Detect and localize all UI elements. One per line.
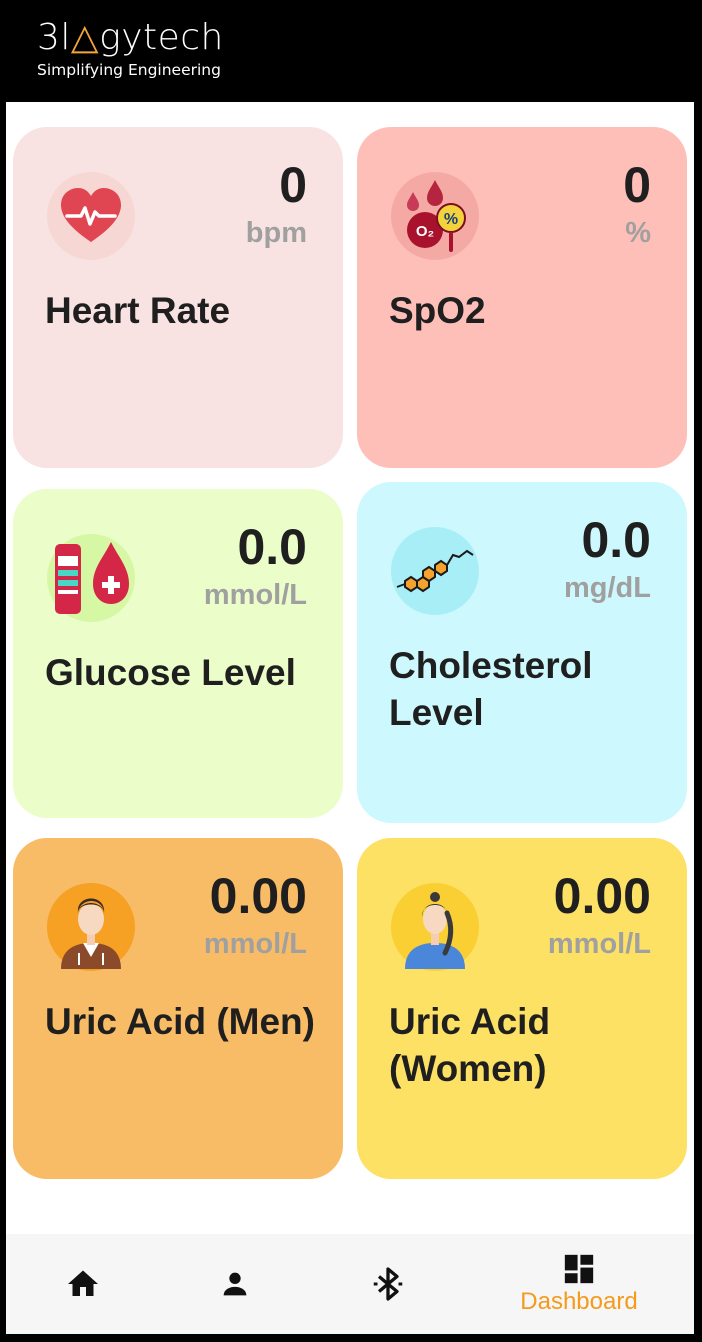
bluetooth-icon — [373, 1267, 403, 1301]
svg-text:O₂: O₂ — [416, 223, 434, 240]
uric-acid-men-value: 0.00 — [209, 868, 307, 924]
heart-rate-unit: bpm — [245, 217, 307, 249]
glucose-unit: mmol/L — [203, 579, 307, 611]
nav-home[interactable] — [38, 1234, 128, 1334]
cholesterol-card[interactable]: 0.0 mg/dL Cholesterol Level — [357, 482, 687, 823]
nav-dashboard[interactable]: Dashboard — [505, 1234, 653, 1334]
svg-text:%: % — [444, 211, 458, 228]
glucose-icon — [47, 534, 135, 622]
cholesterol-unit: mg/dL — [564, 572, 651, 604]
glucose-card[interactable]: 0.0 mmol/L Glucose Level — [13, 489, 343, 818]
spo2-icon: O₂ % — [391, 172, 479, 260]
nav-bluetooth[interactable] — [343, 1234, 433, 1334]
screen-bottom-border — [0, 1334, 702, 1342]
uric-acid-women-title: Uric Acid (Women) — [389, 1001, 551, 1089]
dashboard-grid: 0 bpm Heart Rate O₂ % 0 % SpO2 0.0 mmol/… — [6, 102, 694, 1234]
man-avatar-icon — [47, 883, 135, 971]
cholesterol-title: Cholesterol Level — [389, 645, 593, 733]
logo-tagline: Simplifying Engineering — [37, 61, 221, 79]
spo2-value: 0 — [623, 157, 651, 213]
uric-acid-women-unit: mmol/L — [547, 928, 651, 960]
heart-rate-icon — [47, 172, 135, 260]
nav-profile[interactable] — [190, 1234, 280, 1334]
dashboard-icon — [564, 1254, 594, 1284]
cholesterol-value: 0.0 — [581, 512, 651, 568]
logo-wordmark: 3l△gytech — [37, 17, 224, 58]
glucose-title: Glucose Level — [45, 652, 296, 693]
person-icon — [223, 1272, 247, 1296]
bottom-nav: Dashboard — [6, 1234, 694, 1334]
uric-acid-men-unit: mmol/L — [203, 928, 307, 960]
spo2-title: SpO2 — [389, 290, 486, 331]
nav-dashboard-label: Dashboard — [520, 1288, 638, 1315]
app-header: 3l△gytech Simplifying Engineering — [0, 0, 702, 102]
heart-rate-value: 0 — [279, 157, 307, 213]
uric-acid-women-value: 0.00 — [553, 868, 651, 924]
uric-acid-women-card[interactable]: 0.00 mmol/L Uric Acid (Women) — [357, 838, 687, 1179]
heart-rate-card[interactable]: 0 bpm Heart Rate — [13, 127, 343, 468]
heart-rate-title: Heart Rate — [45, 290, 231, 331]
cholesterol-icon — [391, 527, 479, 615]
uric-acid-men-title: Uric Acid (Men) — [45, 1001, 315, 1042]
brand-logo: 3l△gytech Simplifying Engineering — [37, 16, 224, 81]
uric-acid-men-card[interactable]: 0.00 mmol/L Uric Acid (Men) — [13, 838, 343, 1179]
home-icon — [68, 1270, 98, 1296]
woman-avatar-icon — [391, 883, 479, 971]
spo2-unit: % — [625, 217, 651, 249]
spo2-card[interactable]: O₂ % 0 % SpO2 — [357, 127, 687, 468]
glucose-value: 0.0 — [237, 519, 307, 575]
